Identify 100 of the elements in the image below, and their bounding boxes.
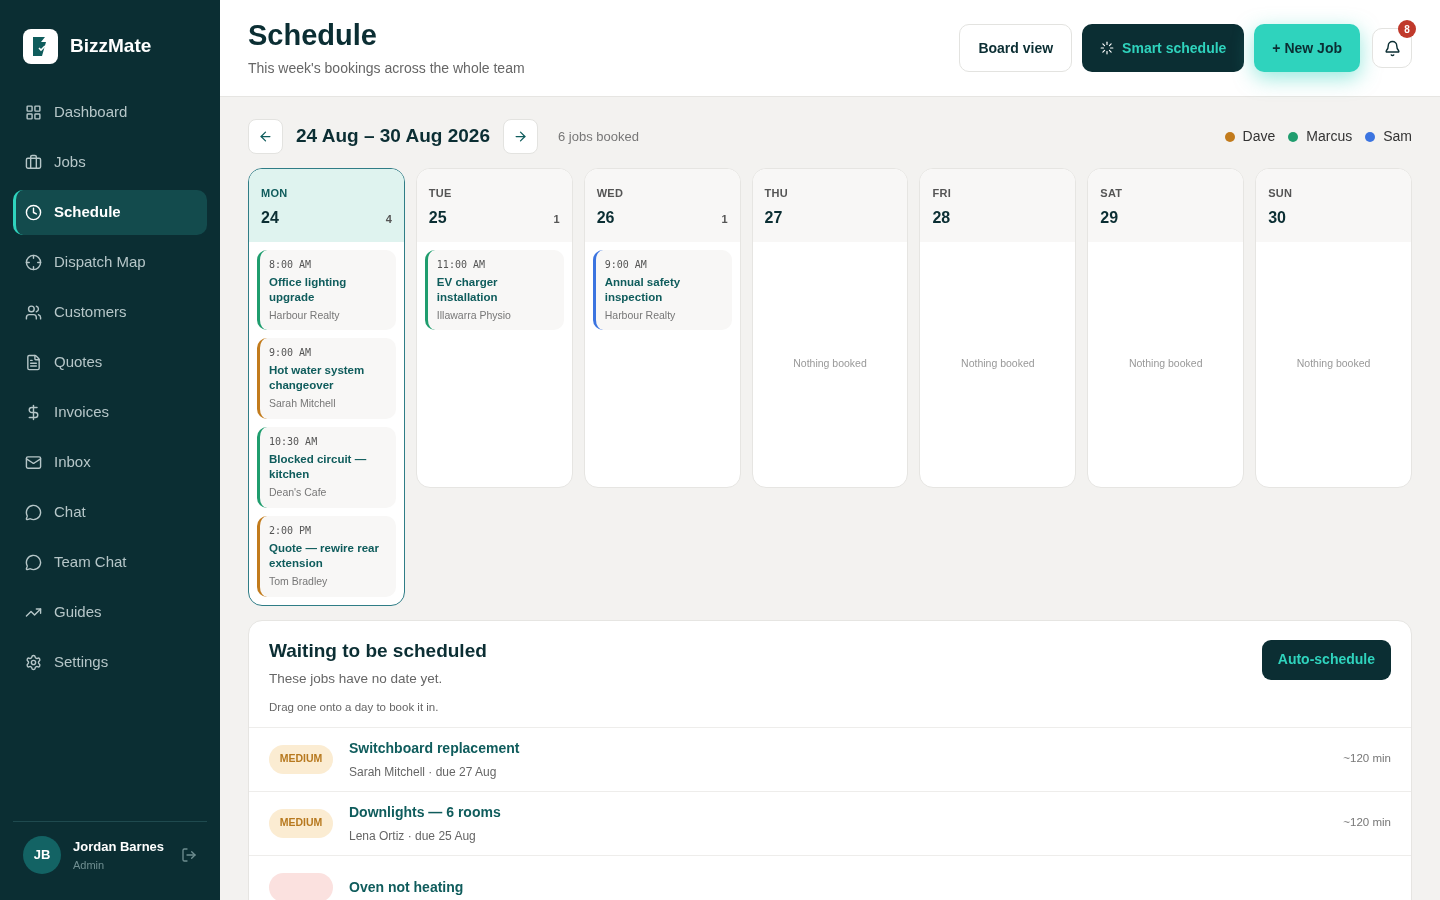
job-client: Sarah Mitchell (269, 396, 337, 412)
user-name: Jordan Barnes (73, 838, 166, 856)
job-time: 10:30 AM (269, 435, 319, 449)
day-name: WED (596, 186, 624, 201)
legend-label: Marcus (1306, 127, 1353, 146)
crosshair-icon (25, 254, 42, 271)
arrow-right-icon (512, 129, 528, 144)
day-name: TUE (428, 186, 452, 201)
sidebar-item[interactable]: Dispatch Map (13, 240, 207, 285)
settings-icon (25, 654, 42, 671)
job-card[interactable]: 9:00 AM Annual safety inspection Harbour Realty (592, 249, 732, 331)
job-title[interactable]: Oven not heating (349, 876, 1391, 898)
day-name: SAT (1100, 186, 1123, 201)
job-client: Tom Bradley (269, 573, 329, 589)
header-button[interactable]: Smart schedule (1082, 24, 1245, 72)
job-time: 8:00 AM (269, 257, 313, 272)
job-duration: ~120 min (1343, 815, 1391, 831)
job-count: 1 (553, 212, 560, 227)
week-range: 24 Aug – 30 Aug 2026 (296, 124, 490, 149)
job-title: EV charger installation (436, 274, 499, 305)
job-title: Annual safety inspection (604, 274, 682, 305)
sidebar-item[interactable]: Inbox (13, 440, 207, 485)
sidebar-item[interactable]: Invoices (13, 390, 207, 435)
document-icon (25, 354, 42, 371)
user-role: Admin (73, 857, 106, 873)
day-name: FRI (932, 186, 951, 201)
job-meta: Sarah Mitchell · due 27 Aug (349, 763, 498, 781)
job-client: Harbour Realty (269, 307, 341, 323)
job-time: 11:00 AM (436, 257, 486, 272)
empty-message: Nothing booked (1128, 356, 1203, 372)
logout-icon[interactable] (181, 847, 197, 863)
next-week-button[interactable] (502, 119, 538, 154)
day-date: 30 (1268, 207, 1287, 228)
job-client: Dean's Cafe (269, 485, 328, 500)
header-button[interactable]: Board view (959, 24, 1073, 72)
job-duration: ~120 min (1343, 751, 1391, 767)
grid-icon (25, 104, 42, 121)
auto-schedule-button[interactable]: Auto-schedule (1261, 639, 1391, 680)
job-card[interactable]: 2:00 PM Quote — rewire rear extension Tom Bradley (257, 515, 396, 597)
header-button[interactable]: + New Job (1254, 24, 1360, 72)
day-date: 28 (932, 207, 951, 228)
job-title[interactable]: Switchboard replacement (349, 737, 1328, 759)
sparkle-icon (1100, 41, 1115, 55)
page-title: Schedule (248, 18, 378, 54)
job-count: 4 (385, 212, 392, 227)
job-title: Blocked circuit — kitchen (269, 452, 368, 482)
day-date: 29 (1100, 207, 1120, 228)
job-client: Illawarra Physio (436, 307, 512, 323)
jobs-summary: 6 jobs booked (557, 127, 639, 146)
empty-message: Nothing booked (1296, 356, 1371, 372)
sidebar-item[interactable]: Chat (13, 490, 207, 535)
sidebar-item[interactable]: Schedule (13, 190, 207, 235)
sidebar-item[interactable]: Quotes (13, 340, 207, 385)
day-name: SUN (1268, 186, 1293, 201)
notification-badge: 8 (1398, 20, 1416, 38)
section-subtitle: These jobs have no date yet. (269, 670, 444, 688)
priority-badge: MEDIUM (269, 744, 333, 774)
empty-message: Nothing booked (961, 356, 1035, 372)
job-time: 9:00 AM (604, 257, 648, 272)
job-title: Office lighting upgrade (269, 274, 348, 305)
job-title[interactable]: Downlights — 6 rooms (349, 801, 1328, 823)
clock-icon (25, 204, 42, 221)
job-card[interactable]: 11:00 AM EV charger installation Illawarra Physio (424, 249, 564, 331)
day-date: 26 (596, 207, 616, 228)
job-meta: Lena Ortiz · due 25 Aug (349, 827, 477, 845)
job-card[interactable]: 10:30 AM Blocked circuit — kitchen Dean's Cafe (257, 427, 396, 508)
sidebar-item[interactable]: Dashboard (13, 90, 207, 135)
bell-icon (1383, 39, 1401, 57)
job-time: 9:00 AM (269, 346, 313, 361)
day-date: 25 (428, 207, 448, 228)
users-icon (25, 304, 42, 321)
job-card[interactable]: 9:00 AM Hot water system changeover Sarah Mitchell (257, 338, 396, 419)
section-hint: Drag one onto a day to book it in. (269, 700, 440, 716)
job-count: 1 (721, 212, 728, 227)
job-time: 2:00 PM (269, 523, 313, 538)
job-title: Quote — rewire rear extension (269, 540, 380, 571)
logo-icon (23, 29, 58, 64)
briefcase-icon (25, 154, 42, 171)
sidebar-item[interactable]: Settings (13, 640, 207, 685)
day-date: 24 (261, 207, 280, 228)
section-title: Waiting to be scheduled (269, 638, 487, 663)
page-subtitle: This week's bookings across the whole team (248, 58, 525, 78)
sidebar-item[interactable]: Jobs (13, 140, 207, 185)
sidebar-item[interactable]: Customers (13, 290, 207, 335)
previous-week-button[interactable] (248, 119, 283, 154)
sidebar-item[interactable]: Guides (13, 590, 207, 635)
empty-message: Nothing booked (793, 356, 867, 372)
mail-icon (25, 454, 42, 471)
job-card[interactable]: 8:00 AM Office lighting upgrade Harbour Realty (257, 249, 396, 331)
sidebar-item[interactable]: Team Chat (13, 540, 207, 585)
job-title: Hot water system changeover (269, 363, 366, 394)
chat-icon (25, 554, 42, 571)
job-client: Harbour Realty (604, 307, 677, 323)
user-avatar: JB (23, 836, 61, 874)
day-name: MON (261, 186, 288, 201)
legend-label: Sam (1383, 127, 1412, 146)
legend-label: Dave (1242, 127, 1276, 146)
chat-icon (25, 504, 42, 521)
brand-name: BizzMate (70, 34, 152, 59)
day-name: THU (764, 186, 788, 201)
